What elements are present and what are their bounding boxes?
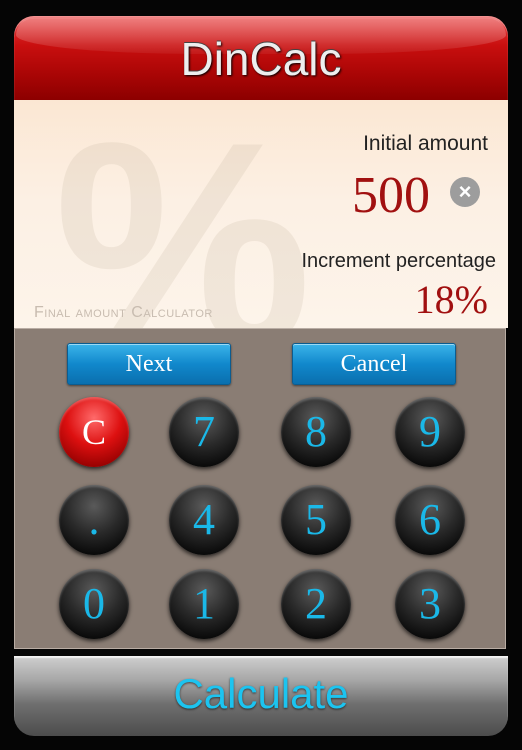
calculator-name: Final amount Calculator [34, 304, 213, 321]
increment-percentage-value[interactable]: 18% [415, 276, 488, 323]
key-9[interactable]: 9 [395, 397, 465, 467]
increment-percentage-label: Increment percentage [301, 250, 496, 272]
key-6[interactable]: 6 [395, 485, 465, 555]
key-2[interactable]: 2 [281, 569, 351, 639]
key-4[interactable]: 4 [169, 485, 239, 555]
calculate-button[interactable]: Calculate [14, 656, 508, 736]
key-clear[interactable]: C [59, 397, 129, 467]
key-3[interactable]: 3 [395, 569, 465, 639]
key-5[interactable]: 5 [281, 485, 351, 555]
display-panel: % Final amount Calculator Initial amount… [14, 94, 508, 394]
clear-field-icon[interactable]: × [450, 177, 480, 207]
key-7[interactable]: 7 [169, 397, 239, 467]
key-1[interactable]: 1 [169, 569, 239, 639]
key-decimal[interactable]: . [59, 485, 129, 555]
key-8[interactable]: 8 [281, 397, 351, 467]
next-button[interactable]: Next [67, 343, 231, 385]
calculate-label: Calculate [173, 670, 349, 717]
cancel-button[interactable]: Cancel [292, 343, 456, 385]
initial-amount-label: Initial amount [363, 132, 488, 155]
keypad: Next Cancel C 7 8 9 . 4 5 6 0 1 2 3 [14, 328, 506, 649]
app-title: DinCalc [180, 33, 342, 85]
initial-amount-value[interactable]: 500 [352, 166, 430, 225]
key-0[interactable]: 0 [59, 569, 129, 639]
app-frame: DinCalc % Final amount Calculator Initia… [0, 0, 522, 750]
